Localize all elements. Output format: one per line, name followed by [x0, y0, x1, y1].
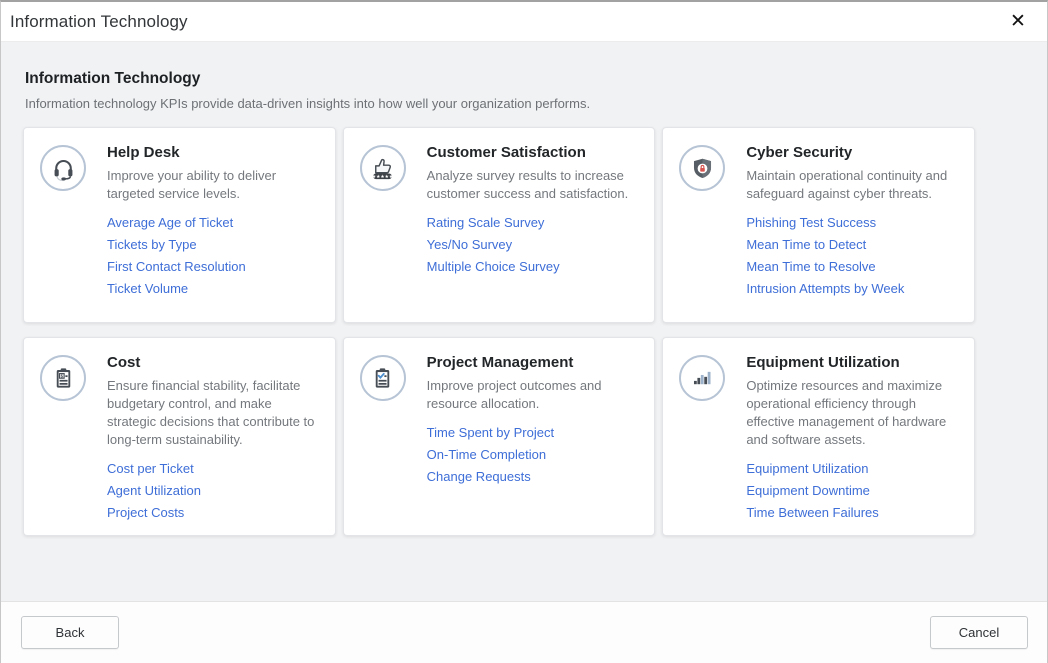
kpi-link[interactable]: Ticket Volume [107, 282, 319, 295]
card-title: Equipment Utilization [746, 354, 958, 371]
kpi-link[interactable]: Tickets by Type [107, 238, 319, 251]
card-title: Help Desk [107, 144, 319, 161]
card-description: Improve your ability to deliver targeted… [107, 167, 319, 203]
close-icon[interactable]: ✕ [1005, 9, 1031, 35]
card-content: Cyber Security Maintain operational cont… [746, 143, 958, 295]
kpi-link[interactable]: Time Spent by Project [427, 426, 639, 439]
card-title: Customer Satisfaction [427, 144, 639, 161]
card-cost: $ Cost Ensure financial stability, facil… [23, 337, 336, 536]
dialog-window: Information Technology ✕ Information Tec… [0, 0, 1048, 663]
card-project-management: Project Management Improve project outco… [343, 337, 656, 536]
kpi-link[interactable]: Mean Time to Resolve [746, 260, 958, 273]
page-subtitle: Information technology KPIs provide data… [25, 96, 1025, 111]
checklist-clipboard-icon [360, 355, 406, 401]
svg-text:★★★★★: ★★★★★ [372, 173, 393, 179]
kpi-link[interactable]: Average Age of Ticket [107, 216, 319, 229]
card-description: Ensure financial stability, facilitate b… [107, 377, 319, 449]
card-description: Optimize resources and maximize operatio… [746, 377, 958, 449]
thumbs-up-rating-icon: ★★★★★ [360, 145, 406, 191]
card-links: Average Age of Ticket Tickets by Type Firs… [107, 216, 319, 295]
card-customer-satisfaction: ★★★★★ Customer Satisfaction Analyze surv… [343, 127, 656, 323]
kpi-link[interactable]: Change Requests [427, 470, 639, 483]
kpi-link[interactable]: Intrusion Attempts by Week [746, 282, 958, 295]
card-content: Help Desk Improve your ability to delive… [107, 143, 319, 295]
card-links: Time Spent by Project On-Time Completion C… [427, 426, 639, 483]
kpi-link[interactable]: Yes/No Survey [427, 238, 639, 251]
dialog-titlebar: Information Technology ✕ [1, 2, 1047, 42]
card-content: Cost Ensure financial stability, facilit… [107, 353, 319, 519]
card-links: Equipment Utilization Equipment Downtime T… [746, 462, 958, 519]
card-content: Project Management Improve project outco… [427, 353, 639, 483]
dialog-footer: Back Cancel [1, 601, 1047, 663]
card-equipment-utilization: Equipment Utilization Optimize resources… [662, 337, 975, 536]
kpi-link[interactable]: Equipment Utilization [746, 462, 958, 475]
kpi-link[interactable]: Project Costs [107, 506, 319, 519]
kpi-link[interactable]: On-Time Completion [427, 448, 639, 461]
kpi-link[interactable]: Multiple Choice Survey [427, 260, 639, 273]
dialog-title: Information Technology [10, 12, 188, 32]
card-content: Equipment Utilization Optimize resources… [746, 353, 958, 519]
kpi-link[interactable]: Agent Utilization [107, 484, 319, 497]
kpi-link[interactable]: Mean Time to Detect [746, 238, 958, 251]
card-help-desk: Help Desk Improve your ability to delive… [23, 127, 336, 323]
page-title: Information Technology [25, 70, 1025, 88]
shield-lock-icon [679, 145, 725, 191]
card-title: Cyber Security [746, 144, 958, 161]
bar-chart-icon [679, 355, 725, 401]
kpi-link[interactable]: Phishing Test Success [746, 216, 958, 229]
card-links: Rating Scale Survey Yes/No Survey Multiple… [427, 216, 639, 273]
card-links: Cost per Ticket Agent Utilization Project … [107, 462, 319, 519]
headset-icon [40, 145, 86, 191]
card-title: Project Management [427, 354, 639, 371]
kpi-link[interactable]: Rating Scale Survey [427, 216, 639, 229]
card-description: Analyze survey results to increase custo… [427, 167, 639, 203]
card-title: Cost [107, 354, 319, 371]
kpi-cards-grid: Help Desk Improve your ability to delive… [23, 127, 975, 536]
kpi-link[interactable]: Equipment Downtime [746, 484, 958, 497]
card-content: Customer Satisfaction Analyze survey res… [427, 143, 639, 273]
kpi-link[interactable]: Cost per Ticket [107, 462, 319, 475]
kpi-link[interactable]: First Contact Resolution [107, 260, 319, 273]
back-button[interactable]: Back [21, 616, 119, 649]
card-description: Maintain operational continuity and safe… [746, 167, 958, 203]
card-description: Improve project outcomes and resource al… [427, 377, 639, 413]
card-links: Phishing Test Success Mean Time to Detect… [746, 216, 958, 295]
cancel-button[interactable]: Cancel [930, 616, 1028, 649]
dollar-clipboard-icon: $ [40, 355, 86, 401]
kpi-link[interactable]: Time Between Failures [746, 506, 958, 519]
card-cyber-security: Cyber Security Maintain operational cont… [662, 127, 975, 323]
dialog-body: Information Technology Information techn… [1, 42, 1047, 601]
